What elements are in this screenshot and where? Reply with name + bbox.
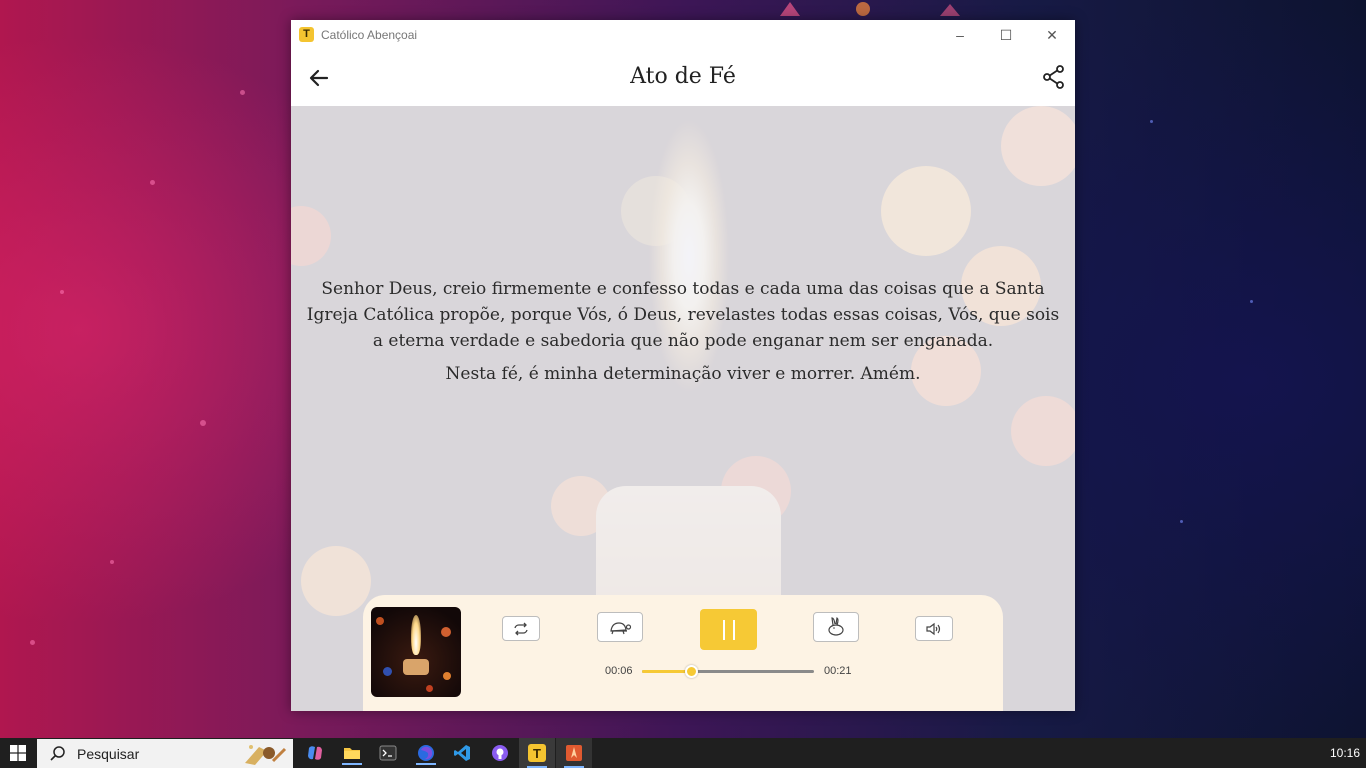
progress-handle[interactable] — [684, 665, 698, 678]
taskbar-github-button[interactable] — [488, 741, 512, 765]
terminal-icon — [379, 745, 397, 761]
turtle-icon — [610, 622, 632, 635]
search-box[interactable]: Pesquisar — [37, 739, 293, 768]
taskbar-copilot-button[interactable] — [303, 741, 327, 765]
title-bar[interactable]: T Católico Abençoai – ☐ ✕ — [291, 20, 1075, 50]
window-title: Católico Abençoai — [321, 28, 418, 42]
audio-player: 00:06 00:21 — [363, 595, 1003, 711]
prayer-paragraph: Nesta fé, é minha determinação viver e m… — [445, 364, 921, 384]
maximize-button[interactable]: ☐ — [983, 20, 1029, 50]
github-icon — [492, 745, 508, 761]
windows-logo-icon — [10, 745, 26, 761]
search-highlight-icon — [245, 745, 287, 765]
progress-fill — [642, 670, 692, 673]
total-time: 00:21 — [824, 665, 852, 677]
volume-button[interactable] — [915, 616, 953, 641]
taskbar-clock[interactable]: 10:16 — [1330, 746, 1360, 760]
share-icon — [1043, 65, 1064, 89]
taskbar-firefox-button[interactable] — [414, 741, 438, 765]
folder-icon — [344, 748, 360, 759]
volume-icon — [926, 622, 941, 635]
search-icon — [50, 746, 65, 761]
slow-speed-button[interactable] — [597, 612, 643, 642]
rabbit-icon — [828, 617, 844, 636]
prayer-paragraph: Senhor Deus, creio firmemente e confesso… — [306, 279, 1060, 351]
app-window: T Católico Abençoai – ☐ ✕ Ato de Fé Senh… — [291, 20, 1075, 711]
minimize-button[interactable]: – — [937, 20, 983, 50]
copilot-icon — [308, 746, 322, 760]
pause-icon — [722, 619, 735, 640]
progress-slider[interactable] — [642, 665, 814, 678]
media-app-icon — [566, 745, 582, 761]
search-placeholder: Pesquisar — [77, 746, 140, 762]
taskbar-media-button[interactable] — [556, 738, 592, 768]
taskbar-catolico-button[interactable]: T — [519, 738, 555, 768]
pause-button[interactable] — [700, 609, 757, 650]
repeat-icon — [514, 622, 528, 635]
prayer-text: Senhor Deus, creio firmemente e confesso… — [305, 276, 1061, 394]
start-button[interactable] — [0, 738, 36, 768]
app-bar: Ato de Fé — [291, 50, 1075, 106]
vscode-icon — [454, 745, 470, 761]
share-button[interactable] — [1041, 64, 1067, 90]
taskbar-explorer-button[interactable] — [340, 741, 364, 765]
taskbar: Pesquisar T 10:16 — [0, 738, 1366, 768]
repeat-button[interactable] — [502, 616, 540, 641]
page-title: Ato de Fé — [630, 64, 736, 89]
taskbar-vscode-button[interactable] — [450, 741, 474, 765]
catolico-app-icon: T — [528, 744, 546, 762]
app-logo-icon: T — [299, 27, 314, 42]
taskbar-terminal-button[interactable] — [376, 741, 400, 765]
current-time: 00:06 — [605, 665, 633, 677]
fast-speed-button[interactable] — [813, 612, 859, 642]
audio-thumbnail — [371, 607, 461, 697]
prayer-content: Senhor Deus, creio firmemente e confesso… — [291, 106, 1075, 711]
close-button[interactable]: ✕ — [1029, 20, 1075, 50]
firefox-icon — [418, 745, 434, 761]
